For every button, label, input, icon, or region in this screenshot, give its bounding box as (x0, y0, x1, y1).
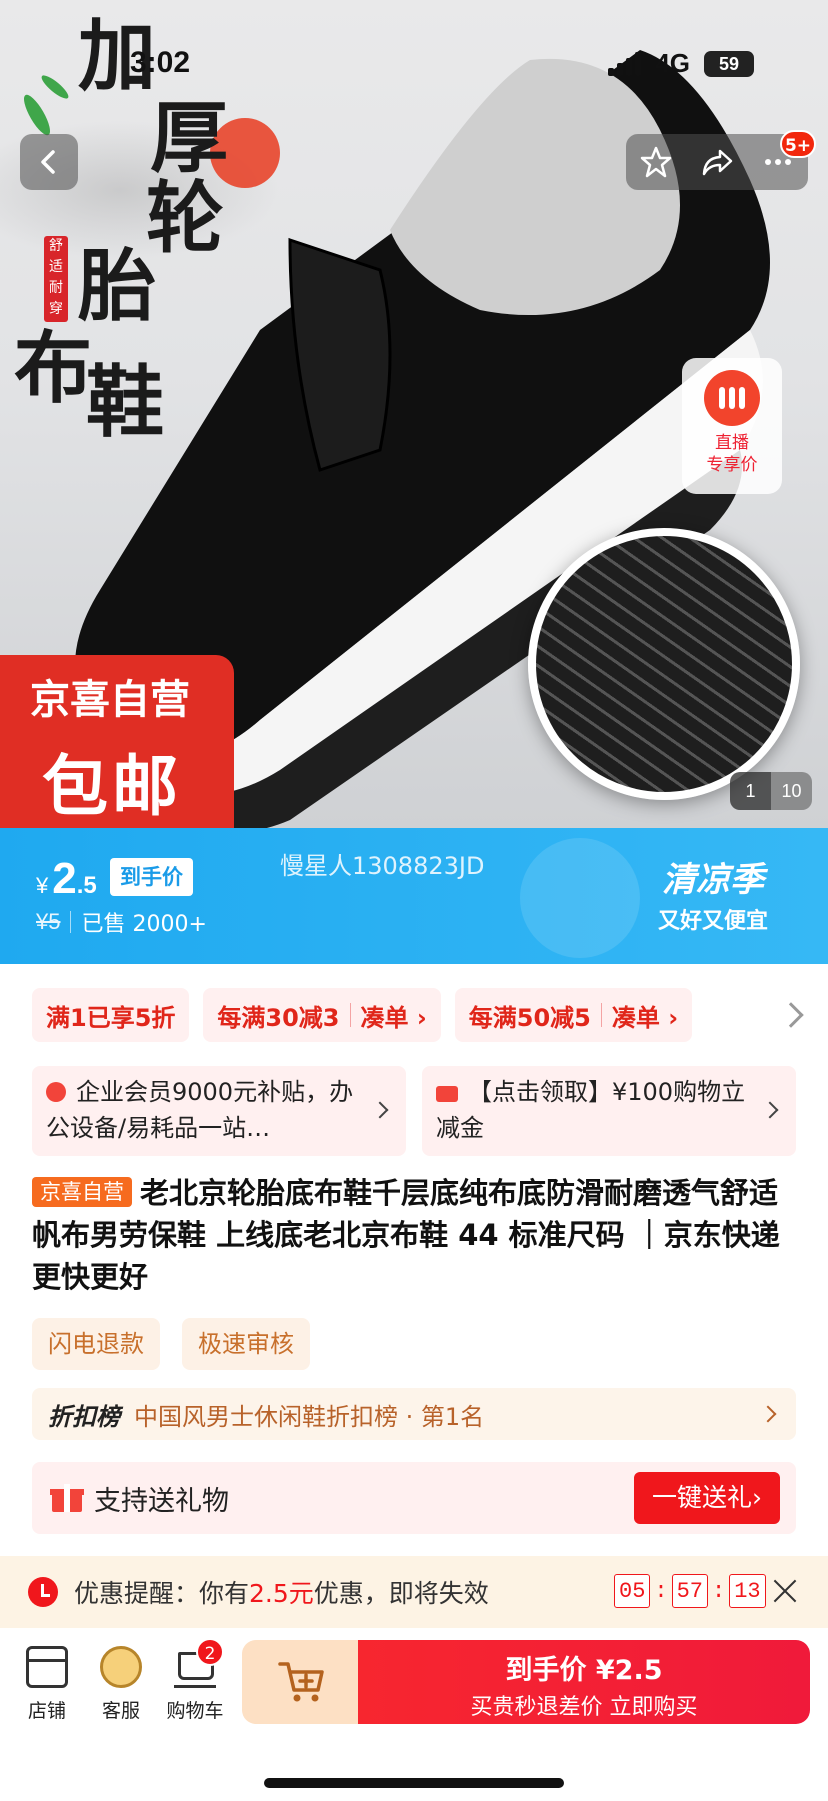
buy-price-label: 到手价 ¥2.5 (505, 1655, 663, 1686)
promo-chip-label: 每满30减3 (217, 1003, 340, 1032)
signal-icon (608, 51, 642, 76)
bottom-action-bar: 店铺 客服 购物车 2 到手价 ¥2.5 买贵秒退差价 立即购买 (0, 1628, 828, 1801)
product-title-text: 老北京轮胎底布鞋千层底纯布底防滑耐磨透气舒适帆布男劳保鞋 上线底老北京布鞋 44… (32, 1176, 780, 1294)
rank-value: 中国风男士休闲鞋折扣榜 · 第1名 (134, 1402, 485, 1431)
coupon-card[interactable]: 【点击领取】¥100购物立减金 (422, 1066, 796, 1156)
cart-count-badge: 2 (196, 1638, 224, 1666)
countdown-timer: 05: 57: 13 (614, 1574, 766, 1608)
chevron-right-icon (759, 1405, 777, 1423)
palm-decoration (520, 838, 640, 958)
chevron-left-icon (41, 150, 55, 174)
promo-chip[interactable]: 满1已享5折 (32, 988, 190, 1042)
reminder-amount: 2.5元 (249, 1579, 314, 1608)
timer-hours: 05 (614, 1574, 651, 1608)
store-icon (26, 1646, 68, 1688)
discount-reminder: 优惠提醒：你有 2.5元 优惠，即将失效 05: 57: 13 (0, 1556, 828, 1628)
send-gift-button[interactable]: 一键送礼› (634, 1472, 780, 1524)
divider (349, 1003, 351, 1027)
self-badge-line2: 包邮 (42, 748, 182, 825)
service-tag[interactable]: 极速审核 (182, 1318, 310, 1370)
price-banner: ¥ 2 .5 到手价 ¥5 已售 2000+ 慢星人1308823JD 清凉季 … (0, 828, 828, 964)
card-text: 【点击领取】¥100购物立减金 (436, 1078, 746, 1142)
pager-current: 1 (730, 772, 771, 810)
price-integer: 2 (52, 854, 77, 903)
discount-rank-bar[interactable]: 折扣榜 中国风男士休闲鞋折扣榜 · 第1名 (32, 1388, 796, 1440)
add-cart-icon (278, 1662, 324, 1702)
network-type: 4G (655, 48, 690, 78)
buy-now-button[interactable]: 到手价 ¥2.5 买贵秒退差价 立即购买 (358, 1640, 810, 1724)
sole-texture-closeup (528, 528, 800, 800)
reminder-suffix: 优惠，即将失效 (313, 1579, 489, 1608)
divider (70, 911, 72, 933)
clock-icon (28, 1577, 58, 1607)
coupon-icon (436, 1086, 458, 1102)
card-text: 企业会员9000元补贴，办公设备/易耗品一站… (46, 1078, 354, 1142)
product-title: 京喜自营 老北京轮胎底布鞋千层底纯布底防滑耐磨透气舒适帆布男劳保鞋 上线底老北京布… (32, 1172, 802, 1298)
star-favorite-icon[interactable] (639, 145, 673, 179)
timer-seconds: 13 (729, 1574, 766, 1608)
store-label: 店铺 (27, 1700, 66, 1722)
price-decimal: .5 (76, 872, 97, 899)
enterprise-subsidy-card[interactable]: 企业会员9000元补贴，办公设备/易耗品一站… (32, 1066, 406, 1156)
season-subtitle: 又好又便宜 (657, 909, 768, 934)
price-subline: ¥5 已售 2000+ (36, 906, 207, 938)
status-time: 3:02 (130, 46, 191, 79)
season-campaign[interactable]: 清凉季 又好又便宜 (658, 852, 768, 935)
chevron-right-icon (761, 1101, 779, 1119)
promo-chip-label: 每满50减5 (468, 1003, 591, 1032)
reminder-prefix: 优惠提醒：你有 (74, 1579, 250, 1608)
original-price: ¥5 (36, 909, 61, 934)
sold-count: 已售 2000+ (81, 912, 207, 937)
rank-label: 折扣榜 (48, 1402, 120, 1431)
back-button[interactable] (20, 134, 78, 190)
promo-chip-row: 满1已享5折 每满30减3 凑单 › 每满50减5 凑单 › (32, 988, 693, 1042)
final-price-label: 到手价 (110, 858, 193, 896)
final-price: ¥ 2 .5 (36, 854, 97, 904)
user-watermark: 慢星人1308823JD (280, 852, 485, 880)
pager-total: 10 (771, 772, 812, 810)
add-on-link[interactable]: 凑单 › (612, 998, 678, 1033)
home-indicator[interactable] (264, 1778, 564, 1788)
self-operated-badge: 京喜自营 包邮 (0, 655, 234, 828)
service-label: 客服 (101, 1700, 140, 1722)
gift-icon (50, 1484, 84, 1512)
self-operated-tag: 京喜自营 (32, 1177, 132, 1207)
store-tab[interactable]: 店铺 (12, 1646, 82, 1723)
image-pager: 1 10 (730, 772, 812, 810)
chevron-right-icon (371, 1101, 389, 1119)
promo-chip-label: 满1已享5折 (46, 1003, 176, 1032)
service-tag[interactable]: 闪电退款 (32, 1318, 160, 1370)
customer-service-icon (100, 1646, 142, 1688)
product-image-carousel[interactable]: 加 厚 轮 胎 布 鞋 舒适耐穿 京喜自营 包邮 3:02 4G 59 5+ 直… (0, 0, 828, 828)
customer-service-tab[interactable]: 客服 (86, 1646, 156, 1723)
self-badge-line1: 京喜自营 (30, 677, 190, 723)
live-icon (704, 370, 760, 426)
battery-icon: 59 (704, 50, 754, 77)
share-icon[interactable] (700, 145, 734, 179)
live-stream-entry[interactable]: 直播 专享价 (682, 358, 782, 494)
close-icon[interactable] (772, 1578, 798, 1604)
notification-badge: 5+ (780, 130, 816, 158)
currency-symbol: ¥ (36, 873, 49, 898)
season-title: 清凉季 (661, 860, 764, 900)
service-tags: 闪电退款 极速审核 (32, 1318, 310, 1370)
divider (600, 1003, 602, 1027)
cart-label: 购物车 (166, 1700, 224, 1722)
promo-chip[interactable]: 每满50减5 凑单 › (454, 988, 693, 1042)
user-icon (46, 1082, 66, 1102)
gift-bar: 支持送礼物 一键送礼› (32, 1462, 796, 1534)
promo-chip[interactable]: 每满30减3 凑单 › (203, 988, 441, 1042)
live-label: 直播 专享价 (706, 433, 758, 475)
add-to-cart-button[interactable] (242, 1640, 362, 1724)
product-detail-page: 加 厚 轮 胎 布 鞋 舒适耐穿 京喜自营 包邮 3:02 4G 59 5+ 直… (0, 0, 828, 1801)
add-on-link[interactable]: 凑单 › (361, 998, 427, 1033)
status-indicators: 4G 59 (608, 48, 754, 79)
chevron-right-icon[interactable] (778, 1002, 804, 1028)
timer-minutes: 57 (671, 1574, 709, 1608)
gift-label: 支持送礼物 (94, 1485, 229, 1517)
buy-sub-label: 买贵秒退差价 立即购买 (470, 1695, 698, 1720)
benefit-cards: 企业会员9000元补贴，办公设备/易耗品一站… 【点击领取】¥100购物立减金 (32, 1066, 796, 1156)
